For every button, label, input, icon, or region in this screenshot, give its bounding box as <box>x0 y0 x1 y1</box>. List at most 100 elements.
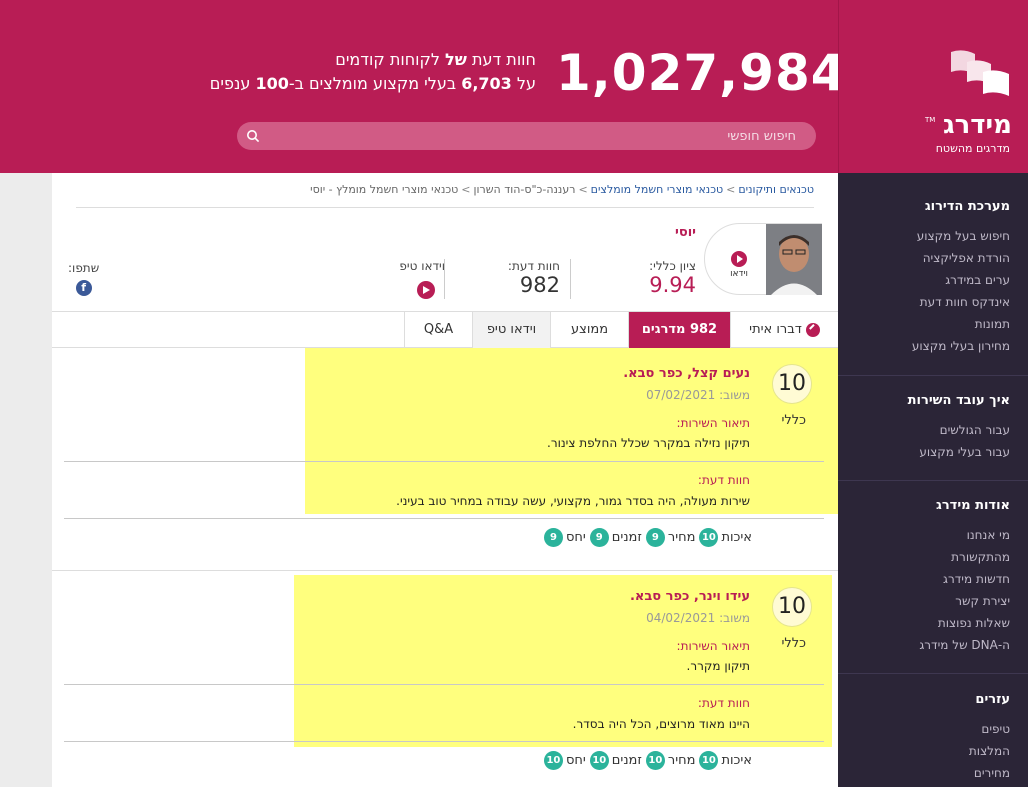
tagline-line-1: חוות דעת של לקוחות קודמים <box>335 50 536 69</box>
opinions-count-value: 982 <box>519 273 560 297</box>
tagline-text: חוות דעת <box>471 50 536 69</box>
overall-score: ציון כללי: 9.94 <box>649 259 696 297</box>
tab-average[interactable]: ממוצע <box>550 312 628 348</box>
review-ratings: איכות10מחיר10זמנים10יחס10 <box>540 751 752 770</box>
sidebar-item-faq[interactable]: שאלות נפוצות <box>838 612 1028 634</box>
review-score: 10 <box>772 587 812 627</box>
review-score-label: כללי <box>781 636 806 651</box>
tagline-line-2: על 6,703 בעלי מקצוע מומלצים ב-100 ענפים <box>210 74 536 93</box>
tab-label: ממוצע <box>570 322 609 337</box>
sidebar-item-news[interactable]: חדשות מידרג <box>838 568 1028 590</box>
overall-score-value: 9.94 <box>649 273 696 297</box>
sidebar-section-title: אודות מידרג <box>936 498 1010 513</box>
rating-badge: 10 <box>589 751 609 770</box>
sidebar-item-find-pro[interactable]: חיפוש בעל מקצוע <box>838 225 1028 247</box>
logo-flags-icon[interactable] <box>949 48 1011 104</box>
opinion-label: חוות דעת: <box>697 696 750 710</box>
tab-qa[interactable]: Q&A <box>404 312 472 348</box>
rating-badge: 9 <box>589 528 609 547</box>
sidebar-item-cities[interactable]: ערים במידרג <box>838 269 1028 291</box>
tagline-text: על <box>516 74 536 93</box>
profile-video-button[interactable]: וידאו <box>726 251 752 279</box>
review-highlight <box>294 575 832 747</box>
rating-badge: 10 <box>699 528 719 547</box>
reviewer-name: עידו וינר, כפר סבא. <box>629 589 750 604</box>
sidebar-section-about: אודות מידרג מי אנחנו מהתקשורת חדשות מידר… <box>838 496 1028 656</box>
sidebar-item-photos[interactable]: תמונות <box>838 313 1028 335</box>
sidebar-item-prices[interactable]: מחירים <box>838 762 1028 784</box>
breadcrumb-separator: > <box>578 183 588 196</box>
review-date-label: משוב: <box>719 611 750 625</box>
sidebar-section-how-it-works: איך עובד השירות עבור הגולשים עבור בעלי מ… <box>838 391 1028 463</box>
sidebar-section-title: עזרים <box>975 692 1010 707</box>
review-date-value: 04/02/2021 <box>646 611 716 625</box>
review-separator <box>52 570 838 571</box>
review-divider <box>64 518 824 519</box>
tab-raters[interactable]: 982 מדרגים <box>628 312 730 348</box>
rating-label: זמנים <box>611 530 642 545</box>
tab-talk-to-me[interactable]: דברו איתי <box>730 312 838 348</box>
review-date: משוב: 04/02/2021 <box>646 611 750 625</box>
review-score-label: כללי <box>781 413 806 428</box>
opinion-label: חוות דעת: <box>697 473 750 487</box>
tab-label: Q&A <box>423 322 454 337</box>
search-input[interactable] <box>276 122 816 150</box>
tab-label: וידאו טיפ <box>486 322 537 337</box>
video-tip-label: וידאו טיפ <box>399 259 445 273</box>
play-icon[interactable] <box>417 281 435 299</box>
breadcrumb-item[interactable]: טכנאים ותיקונים <box>738 183 814 196</box>
avatar <box>766 224 822 295</box>
tab-video-tip[interactable]: וידאו טיפ <box>472 312 550 348</box>
sidebar-item-who-we-are[interactable]: מי אנחנו <box>838 524 1028 546</box>
sidebar-item-media[interactable]: מהתקשורת <box>838 546 1028 568</box>
brand-name[interactable]: מידרג <box>943 110 1012 140</box>
service-text: תיקון נזילה במקרר שכלל החלפת צינור. <box>547 436 750 450</box>
rating-label: איכות <box>721 530 752 545</box>
sidebar-item-price-list[interactable]: מחירון בעלי מקצוע <box>838 335 1028 357</box>
rating-label: יחס <box>565 753 586 768</box>
sidebar-item-opinions-index[interactable]: אינדקס חוות דעת <box>838 291 1028 313</box>
opinions-counter: 1,027,984 <box>556 44 847 102</box>
stat-divider <box>570 259 571 299</box>
trademark-mark: TM <box>925 116 936 124</box>
main-content: טכנאים ותיקונים >טכנאי מוצרי חשמל מומלצים… <box>52 173 838 787</box>
service-text: תיקון מקרר. <box>686 659 750 673</box>
sidebar-item-download-app[interactable]: הורדת אפליקציה <box>838 247 1028 269</box>
tab-label: 982 מדרגים <box>641 322 718 337</box>
search-icon[interactable] <box>246 129 260 143</box>
breadcrumb-item[interactable]: רעננה-כ"ס-הוד השרון <box>474 183 576 196</box>
service-label: תיאור השירות: <box>676 416 750 430</box>
brand-panel: מידרג TM מדרגים מהשטח <box>838 0 1028 173</box>
sidebar-item-for-users[interactable]: עבור הגולשים <box>838 419 1028 441</box>
review-highlight <box>305 348 838 514</box>
sidebar-section-title: מערכת הדירוג <box>924 199 1010 214</box>
facebook-icon[interactable]: f <box>75 280 92 296</box>
rating-badge: 9 <box>543 528 563 547</box>
opinion-text: היינו מאוד מרוצים, הכל היה בסדר. <box>572 717 750 731</box>
sidebar-item-contact[interactable]: יצירת קשר <box>838 590 1028 612</box>
tagline-number: 6,703 <box>461 74 512 93</box>
sidebar-divider <box>838 375 1028 376</box>
video-label: וידאו <box>730 269 748 279</box>
review-divider <box>64 741 824 742</box>
rating-label: מחיר <box>667 753 696 768</box>
reviewer-name: נעים קצל, כפר סבא. <box>623 366 750 381</box>
breadcrumb-item[interactable]: טכנאי מוצרי חשמל מומלצים <box>591 183 724 196</box>
review-divider <box>64 461 824 462</box>
tagline-text: בעלי מקצוע מומלצים ב- <box>288 74 457 93</box>
service-label: תיאור השירות: <box>676 639 750 653</box>
sidebar-item-recommendations[interactable]: המלצות <box>838 740 1028 762</box>
review-date: משוב: 07/02/2021 <box>646 388 750 402</box>
sidebar-item-tips[interactable]: טיפים <box>838 718 1028 740</box>
sidebar-item-for-pros[interactable]: עבור בעלי מקצוע <box>838 441 1028 463</box>
share-label: שתפו: <box>68 261 100 275</box>
sidebar-item-dna[interactable]: ה-DNA של מידרג <box>838 634 1028 656</box>
review-score: 10 <box>772 364 812 404</box>
tagline-text: לקוחות קודמים <box>335 50 440 69</box>
pencil-icon <box>805 322 820 337</box>
tagline-number: 100 <box>255 74 289 93</box>
video-tip[interactable]: וידאו טיפ <box>399 259 445 303</box>
sidebar-section-title: איך עובד השירות <box>907 393 1010 408</box>
avatar-photo <box>766 224 822 295</box>
tab-label: דברו איתי <box>749 322 802 337</box>
